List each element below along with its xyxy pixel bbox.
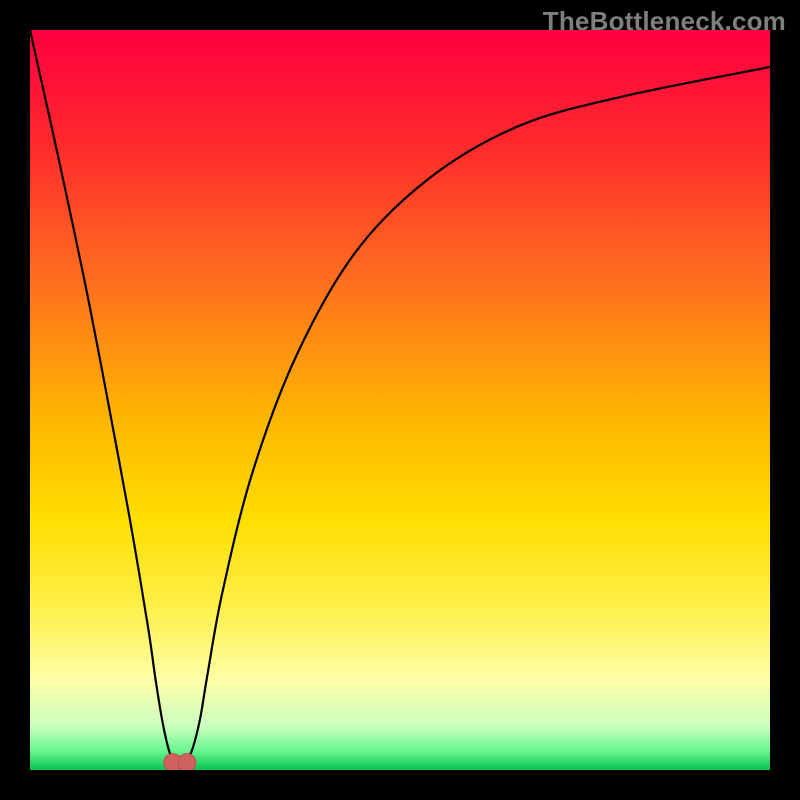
chart-svg [30, 30, 770, 770]
plot-area [30, 30, 770, 770]
watermark-text: TheBottleneck.com [543, 6, 786, 37]
background-gradient [30, 30, 770, 770]
curve-marker [178, 754, 196, 770]
chart-frame: TheBottleneck.com [0, 0, 800, 800]
